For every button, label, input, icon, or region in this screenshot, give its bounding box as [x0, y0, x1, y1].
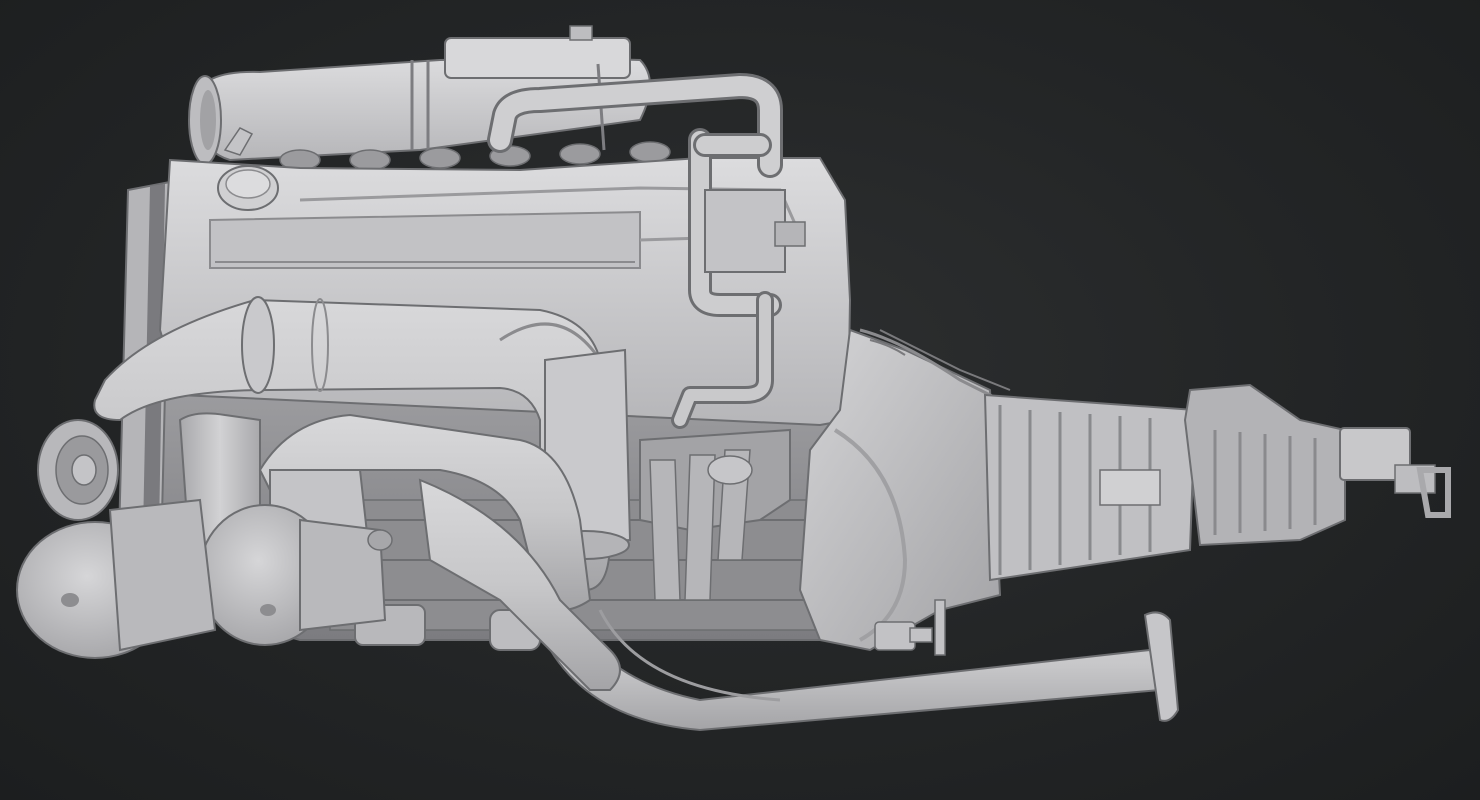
turbo-front	[16, 498, 217, 659]
render-viewport	[0, 0, 1480, 800]
gearbox	[983, 383, 1451, 582]
crank-pulley	[37, 419, 119, 521]
engine-model	[16, 25, 1451, 732]
